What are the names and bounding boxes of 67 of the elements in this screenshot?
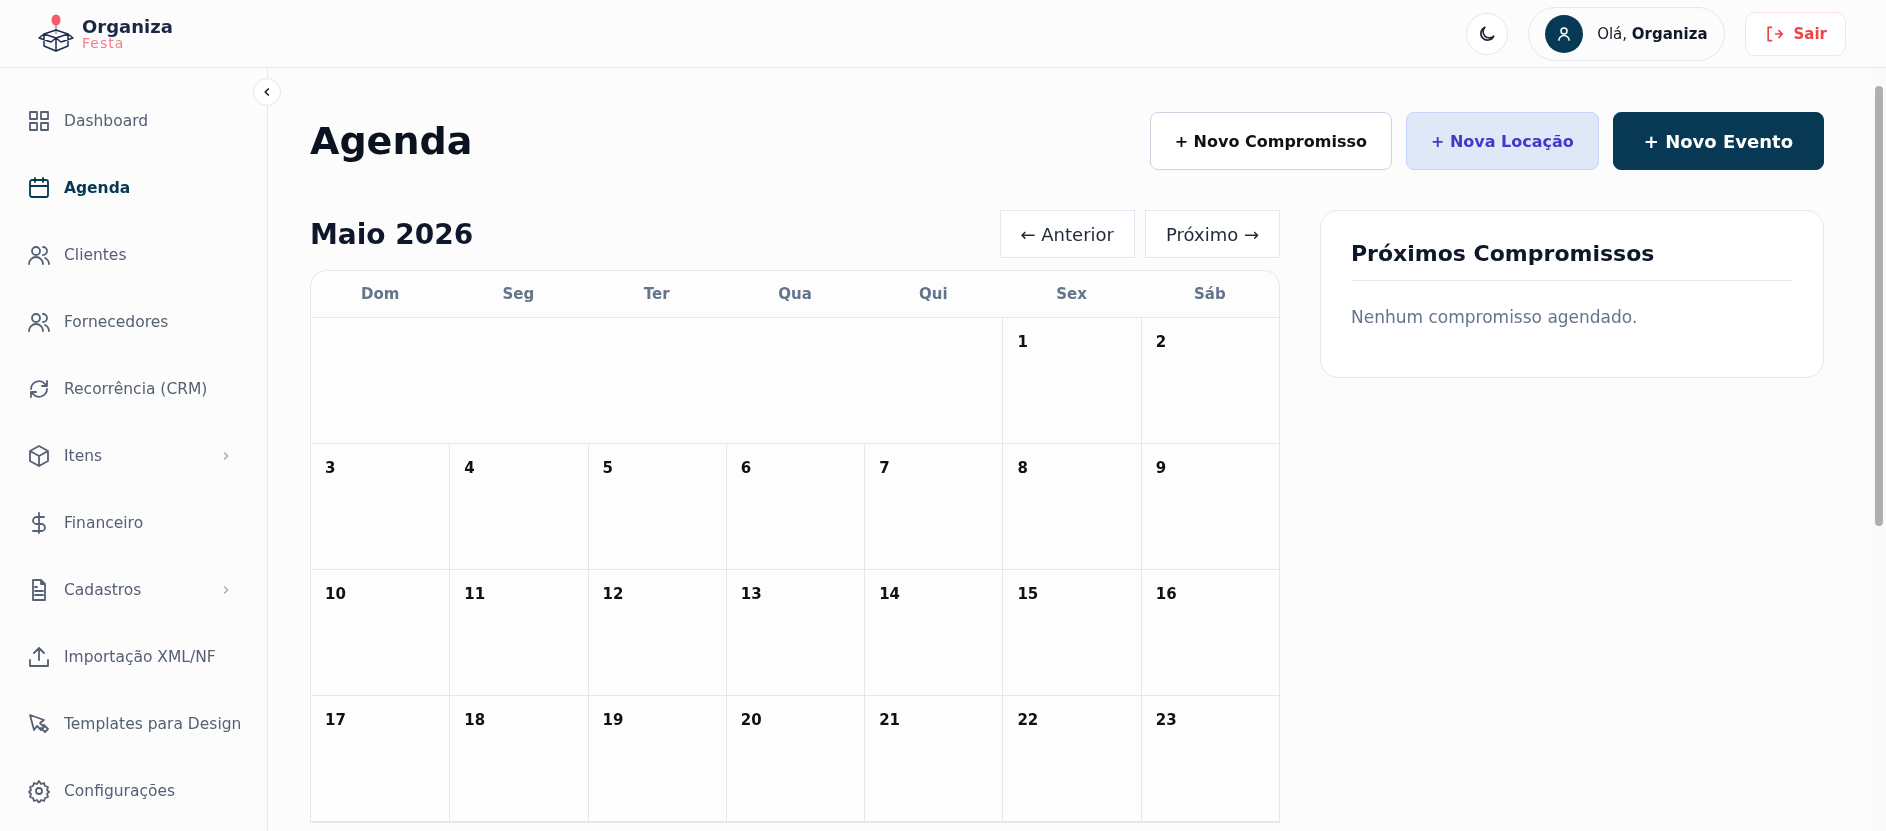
users-icon [27,243,51,267]
settings-icon [27,779,51,803]
month-title: Maio 2026 [310,217,474,251]
day-cell[interactable]: 13 [725,570,865,695]
scrollbar-thumb[interactable] [1875,86,1883,526]
day-cell[interactable]: 6 [725,444,865,569]
page-title: Agenda [310,119,473,163]
users-icon [27,310,51,334]
sidebar-item[interactable]: Templates para Design [27,703,243,745]
upload-icon [27,645,51,669]
user-greeting: Olá, Organiza [1597,24,1708,43]
action-button[interactable]: + Novo Evento [1612,112,1824,170]
weekday-header: Sex [1055,284,1088,305]
day-cell[interactable]: 1 [1002,318,1141,443]
sidebar-item[interactable]: Clientes [27,234,243,276]
day-cell[interactable]: 22 [1002,696,1141,821]
day-cell[interactable]: 7 [864,444,1003,569]
next-month-button[interactable]: Próximo → [1145,210,1280,258]
sidebar-item[interactable]: Cadastros [27,569,243,611]
day-cell[interactable]: 9 [1140,444,1279,569]
day-cell[interactable]: 4 [449,444,588,569]
day-cell[interactable]: 18 [449,696,588,821]
day-cell[interactable]: 8 [1002,444,1141,569]
day-cell[interactable]: 15 [1002,570,1141,695]
previous-month-button[interactable]: ← Anterior [999,210,1135,258]
weekday-header: Dom [359,284,401,305]
sidebar-item[interactable]: Dashboard [27,100,243,142]
day-cell[interactable]: 2 [1140,318,1279,443]
day-cell[interactable]: 14 [864,570,1003,695]
day-cell[interactable]: 19 [587,696,726,821]
day-cell[interactable]: 10 [311,570,450,695]
sidebar-item[interactable]: Fornecedores [27,301,243,343]
sidebar-item[interactable]: Importação XML/NF [27,636,243,678]
sidebar-item[interactable]: Configurações [27,770,243,812]
action-button[interactable]: + Nova Locação [1405,112,1599,170]
logout-button[interactable]: Sair [1744,11,1846,56]
day-cell[interactable]: 12 [587,570,726,695]
logo-name: Organiza [82,17,173,36]
sidebar-item[interactable]: Recorrência (CRM) [27,368,243,410]
user-avatar-icon [1545,14,1584,53]
collapse-sidebar-button[interactable] [253,78,281,106]
day-cell[interactable]: 21 [864,696,1003,821]
day-cell[interactable]: 20 [725,696,865,821]
day-cell[interactable]: 23 [1140,696,1279,821]
logo-tagline: Festa [82,35,125,50]
sidebar-item[interactable]: Agenda [27,167,243,209]
sidebar-item[interactable]: Itens [27,435,243,477]
weekday-header: Qua [777,284,813,305]
upcoming-title: Próximos Compromissos [1351,241,1793,281]
empty-message: Nenhum compromisso agendado. [1351,307,1639,327]
sidebar-item[interactable]: Financeiro [27,502,243,544]
refresh-icon [27,377,51,401]
day-cell[interactable]: 11 [449,570,588,695]
action-button[interactable]: + Novo Compromisso [1149,112,1392,170]
day-cell[interactable]: 17 [311,696,450,821]
day-cell[interactable]: 16 [1140,570,1279,695]
cube-icon [27,444,51,468]
gift-box-balloon-icon [36,13,76,54]
pen-icon [27,712,51,736]
calendar-icon [27,176,51,200]
day-cell[interactable]: 5 [587,444,726,569]
day-cell[interactable]: 3 [311,444,450,569]
weekday-header: Seg [501,284,536,305]
weekday-header: Sáb [1193,284,1227,305]
weekday-header: Ter [642,284,671,305]
grid-icon [27,109,51,133]
weekday-header: Qui [918,284,949,305]
